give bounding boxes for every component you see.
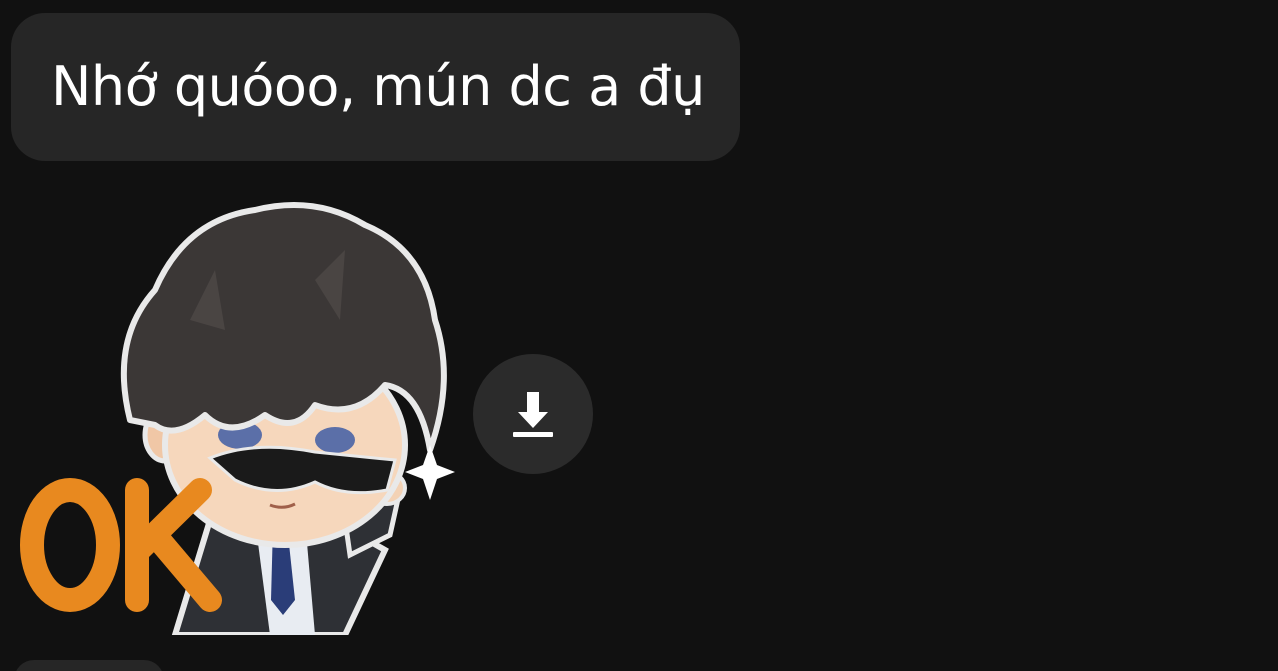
sticker-sparkle xyxy=(405,445,455,500)
message-bubble[interactable]: Nhớ quóoo, mún dc a đụ xyxy=(11,13,740,161)
next-message-bubble[interactable] xyxy=(14,660,164,671)
chat-thread: Nhớ quóoo, mún dc a đụ OK xyxy=(0,0,1278,671)
sticker-caption: OK xyxy=(15,190,19,191)
download-sticker-button[interactable] xyxy=(473,354,593,474)
sticker-image[interactable]: OK xyxy=(15,190,455,635)
download-icon xyxy=(513,392,553,437)
message-text: Nhớ quóoo, mún dc a đụ xyxy=(51,55,705,118)
